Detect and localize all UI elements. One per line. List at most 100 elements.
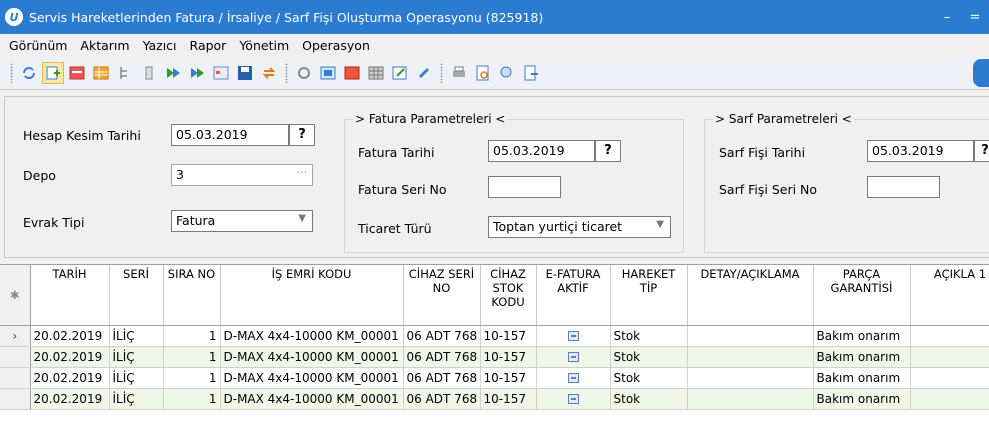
- e-fatura-checkbox[interactable]: [567, 352, 579, 362]
- cell-parca-garantisi[interactable]: Bakım onarım: [813, 346, 911, 368]
- table-row[interactable]: › 20.02.2019 İLİÇ 1 D-MAX 4x4-10000 KM_0…: [0, 325, 989, 347]
- cell-cihaz-stok-kodu[interactable]: 10-157: [480, 388, 537, 410]
- color-icon[interactable]: [342, 63, 362, 83]
- cell-e-fatura-aktif[interactable]: [536, 325, 611, 347]
- export-icon[interactable]: [521, 63, 541, 83]
- cell-parca-garantisi[interactable]: Bakım onarım: [813, 388, 911, 410]
- column-header-parca-garantisi[interactable]: PARÇA GARANTİSİ: [813, 265, 911, 326]
- cell-cihaz-seri-no[interactable]: 06 ADT 768: [403, 367, 481, 389]
- menu-aktarim[interactable]: Aktarım: [80, 38, 129, 53]
- grid-icon[interactable]: [91, 63, 111, 83]
- cell-hareket-tip[interactable]: Stok: [610, 367, 688, 389]
- sarf-tarihi-input[interactable]: 05.03.2019: [867, 140, 974, 162]
- preview-icon[interactable]: [473, 63, 493, 83]
- cell-detay-aciklama[interactable]: [687, 367, 814, 389]
- row-indicator[interactable]: [0, 388, 31, 410]
- save-icon[interactable]: [235, 63, 255, 83]
- menu-yazici[interactable]: Yazıcı: [143, 38, 177, 53]
- table-row[interactable]: 20.02.2019 İLİÇ 1 D-MAX 4x4-10000 KM_000…: [0, 367, 989, 389]
- cell-hareket-tip[interactable]: Stok: [610, 325, 688, 347]
- cell-cihaz-stok-kodu[interactable]: 10-157: [480, 346, 537, 368]
- cell-detay-aciklama[interactable]: [687, 346, 814, 368]
- cell-cihaz-seri-no[interactable]: 06 ADT 768: [403, 346, 481, 368]
- cell-aciklama-1[interactable]: [910, 367, 989, 389]
- column-icon[interactable]: [139, 63, 159, 83]
- column-header-e-fatura-aktif[interactable]: E-FATURA AKTİF: [536, 265, 611, 326]
- add-icon[interactable]: [42, 62, 64, 84]
- cell-hareket-tip[interactable]: Stok: [610, 346, 688, 368]
- hesap-kesim-date-input[interactable]: 05.03.2019: [171, 124, 289, 146]
- sarf-seri-input[interactable]: [867, 176, 940, 198]
- row-indicator-header[interactable]: ✱: [0, 265, 31, 326]
- print-icon[interactable]: [449, 63, 469, 83]
- cell-sira-no[interactable]: 1: [163, 367, 221, 389]
- menu-gorunum[interactable]: Görünüm: [9, 38, 67, 53]
- cell-seri[interactable]: İLİÇ: [109, 367, 164, 389]
- cell-is-emri-kodu[interactable]: D-MAX 4x4-10000 KM_00001: [220, 367, 404, 389]
- cell-e-fatura-aktif[interactable]: [536, 367, 611, 389]
- cell-is-emri-kodu[interactable]: D-MAX 4x4-10000 KM_00001: [220, 346, 404, 368]
- cell-e-fatura-aktif[interactable]: [536, 388, 611, 410]
- cell-detay-aciklama[interactable]: [687, 388, 814, 410]
- table-row[interactable]: 20.02.2019 İLİÇ 1 D-MAX 4x4-10000 KM_000…: [0, 388, 989, 410]
- e-fatura-checkbox[interactable]: [567, 394, 579, 404]
- cell-hareket-tip[interactable]: Stok: [610, 388, 688, 410]
- cell-tarih[interactable]: 20.02.2019: [30, 325, 110, 347]
- cell-tarih[interactable]: 20.02.2019: [30, 346, 110, 368]
- ticaret-turu-select[interactable]: Toptan yurtiçi ticaret ▼: [488, 216, 671, 238]
- cell-seri[interactable]: İLİÇ: [109, 388, 164, 410]
- cell-aciklama-1[interactable]: [910, 325, 989, 347]
- table-icon[interactable]: [366, 63, 386, 83]
- menu-yonetim[interactable]: Yönetim: [239, 38, 289, 53]
- cell-parca-garantisi[interactable]: Bakım onarım: [813, 367, 911, 389]
- maximize-button[interactable]: =: [961, 10, 989, 25]
- row-indicator[interactable]: [0, 346, 31, 368]
- column-header-hareket-tip[interactable]: HAREKET TİP: [610, 265, 688, 326]
- cell-seri[interactable]: İLİÇ: [109, 325, 164, 347]
- column-header-seri[interactable]: SERİ: [109, 265, 164, 326]
- fatura-tarihi-help-button[interactable]: ?: [595, 140, 621, 162]
- row-indicator[interactable]: ›: [0, 325, 31, 347]
- cell-detay-aciklama[interactable]: [687, 325, 814, 347]
- cell-is-emri-kodu[interactable]: D-MAX 4x4-10000 KM_00001: [220, 388, 404, 410]
- cell-seri[interactable]: İLİÇ: [109, 346, 164, 368]
- cell-cihaz-seri-no[interactable]: 06 ADT 768: [403, 325, 481, 347]
- edit-icon[interactable]: [390, 63, 410, 83]
- column-header-cihaz-seri-no[interactable]: CİHAZ SERİ NO: [403, 265, 481, 326]
- depo-lookup-icon[interactable]: ···: [297, 166, 308, 179]
- clip-icon[interactable]: [414, 63, 434, 83]
- forward-all-icon[interactable]: [187, 63, 207, 83]
- cell-is-emri-kodu[interactable]: D-MAX 4x4-10000 KM_00001: [220, 325, 404, 347]
- transfer-icon[interactable]: [259, 63, 279, 83]
- view-icon[interactable]: [318, 63, 338, 83]
- list-icon[interactable]: [67, 63, 87, 83]
- column-header-aciklama-1[interactable]: AÇIKLA 1: [910, 265, 989, 326]
- row-indicator[interactable]: [0, 367, 31, 389]
- minimize-button[interactable]: –: [933, 10, 961, 25]
- cell-cihaz-stok-kodu[interactable]: 10-157: [480, 367, 537, 389]
- fatura-tarihi-input[interactable]: 05.03.2019: [488, 140, 595, 162]
- e-fatura-checkbox[interactable]: [567, 373, 579, 383]
- table-row[interactable]: 20.02.2019 İLİÇ 1 D-MAX 4x4-10000 KM_000…: [0, 346, 989, 368]
- evrak-tipi-select[interactable]: Fatura ▼: [171, 210, 313, 232]
- sarf-tarihi-help-button[interactable]: ?: [974, 140, 989, 162]
- column-header-tarih[interactable]: TARİH: [30, 265, 110, 326]
- hesap-kesim-help-button[interactable]: ?: [289, 124, 315, 146]
- column-header-is-emri-kodu[interactable]: İŞ EMRİ KODU: [220, 265, 404, 326]
- refresh-icon[interactable]: [19, 63, 39, 83]
- cell-sira-no[interactable]: 1: [163, 346, 221, 368]
- calendar-icon[interactable]: [211, 63, 231, 83]
- e-fatura-checkbox[interactable]: [567, 331, 579, 341]
- cell-sira-no[interactable]: 1: [163, 388, 221, 410]
- fatura-seri-input[interactable]: [488, 176, 561, 198]
- toolbar-overflow-button[interactable]: [973, 59, 989, 87]
- column-header-cihaz-stok-kodu[interactable]: CİHAZ STOK KODU: [480, 265, 537, 326]
- cell-aciklama-1[interactable]: [910, 346, 989, 368]
- forward-icon[interactable]: [163, 63, 183, 83]
- cell-e-fatura-aktif[interactable]: [536, 346, 611, 368]
- cell-aciklama-1[interactable]: [910, 388, 989, 410]
- column-header-detay-aciklama[interactable]: DETAY/AÇIKLAMA: [687, 265, 814, 326]
- column-header-sira-no[interactable]: SIRA NO: [163, 265, 221, 326]
- cell-parca-garantisi[interactable]: Bakım onarım: [813, 325, 911, 347]
- cell-cihaz-stok-kodu[interactable]: 10-157: [480, 325, 537, 347]
